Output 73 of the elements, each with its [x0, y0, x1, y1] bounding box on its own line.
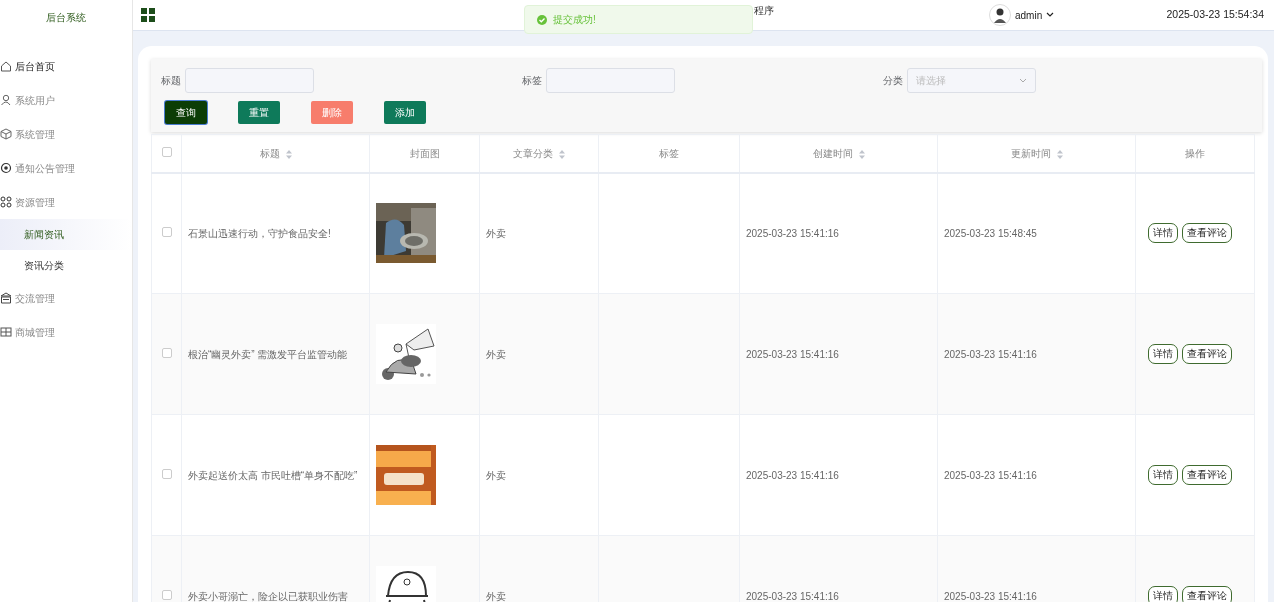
- sidebar-item[interactable]: 商城管理: [0, 315, 132, 349]
- category-text: 外卖: [486, 590, 506, 602]
- column-header: 封面图: [409, 147, 440, 159]
- header-title: 程序: [754, 4, 774, 18]
- checkbox[interactable]: [161, 589, 172, 600]
- text-field[interactable]: [185, 68, 314, 93]
- target-icon: [0, 162, 12, 174]
- text-field[interactable]: [546, 68, 675, 93]
- toast-message: 提交成功!: [553, 13, 596, 27]
- row-action-button[interactable]: 查看评论: [1182, 586, 1232, 602]
- sidebar-item[interactable]: 通知公告管理: [0, 151, 132, 185]
- created-time: 2025-03-23 15:41:16: [746, 590, 839, 602]
- column-header[interactable]: 创建时间: [812, 147, 853, 159]
- checkbox[interactable]: [161, 347, 172, 358]
- updated-time: 2025-03-23 15:41:16: [944, 348, 1037, 360]
- checkbox[interactable]: [161, 146, 172, 157]
- sidebar-item[interactable]: 资源管理: [0, 185, 132, 219]
- tray-icon: [0, 292, 12, 304]
- row-action-button[interactable]: 详情: [1148, 586, 1178, 602]
- column-header[interactable]: 文章分类: [513, 147, 553, 159]
- created-time: 2025-03-23 15:41:16: [746, 348, 839, 360]
- grid-icon: [0, 196, 12, 208]
- sort-icon: [559, 149, 565, 159]
- action-button[interactable]: 查询: [165, 101, 207, 124]
- user-icon: [0, 94, 12, 106]
- sidebar-item[interactable]: 系统管理: [0, 117, 132, 151]
- sort-icon: [1056, 149, 1063, 159]
- updated-time: 2025-03-23 15:48:45: [944, 227, 1037, 239]
- chevron-icon: [1019, 77, 1027, 84]
- row-action-button[interactable]: 详情: [1148, 223, 1178, 244]
- article-title: 外卖小哥溺亡，险企以已获职业伤害: [188, 590, 348, 602]
- row-action-button[interactable]: 查看评论: [1182, 465, 1232, 485]
- category-text: 外卖: [486, 348, 506, 360]
- checkbox[interactable]: [161, 468, 172, 479]
- column-header: 操作: [1185, 147, 1205, 159]
- row-action-button[interactable]: 详情: [1148, 465, 1178, 485]
- article-title: 根治“幽灵外卖” 需激发平台监管动能: [188, 348, 348, 360]
- action-button[interactable]: 重置: [238, 101, 280, 124]
- created-time: 2025-03-23 15:41:16: [746, 469, 839, 481]
- header-datetime: 2025-03-23 15:54:34: [1166, 7, 1264, 23]
- table-icon: [0, 326, 12, 338]
- created-time: 2025-03-23 15:41:16: [746, 227, 839, 239]
- home-icon: [0, 60, 12, 72]
- category-text: 外卖: [486, 227, 506, 239]
- sidebar-item[interactable]: 交流管理: [0, 281, 132, 315]
- action-button[interactable]: 添加: [384, 101, 426, 124]
- category-text: 外卖: [486, 469, 506, 481]
- filter-label: 分类: [883, 74, 903, 88]
- check-circle-icon: [537, 14, 547, 25]
- article-title: 石景山迅速行动，守护食品安全!: [188, 227, 331, 239]
- sort-icon: [858, 149, 865, 159]
- sidebar-item[interactable]: 系统用户: [0, 83, 132, 117]
- avatar: [989, 4, 1011, 26]
- filter-label: 标题: [161, 74, 181, 88]
- updated-time: 2025-03-23 15:41:16: [944, 469, 1037, 481]
- column-header[interactable]: 标题: [259, 147, 280, 159]
- user-menu[interactable]: admin: [1015, 7, 1043, 23]
- filter-label: 标签: [522, 74, 542, 88]
- grid-menu-icon: [141, 8, 155, 22]
- checkbox[interactable]: [161, 226, 172, 237]
- cube-icon: [0, 128, 12, 140]
- updated-time: 2025-03-23 15:41:16: [944, 590, 1037, 602]
- row-action-button[interactable]: 查看评论: [1182, 344, 1232, 364]
- sidebar-title: 后台系统: [45, 11, 87, 25]
- column-header: 标签: [659, 147, 679, 159]
- column-header[interactable]: 更新时间: [1010, 147, 1051, 159]
- sidebar-item[interactable]: 后台首页: [0, 49, 132, 83]
- caret-icon: [1046, 12, 1055, 18]
- submenu-item[interactable]: 资讯分类: [0, 250, 132, 281]
- row-action-button[interactable]: 查看评论: [1182, 223, 1232, 244]
- row-action-button[interactable]: 详情: [1148, 344, 1178, 364]
- sort-icon: [285, 149, 292, 159]
- article-title: 外卖起送价太高 市民吐槽“单身不配吃”: [188, 469, 358, 481]
